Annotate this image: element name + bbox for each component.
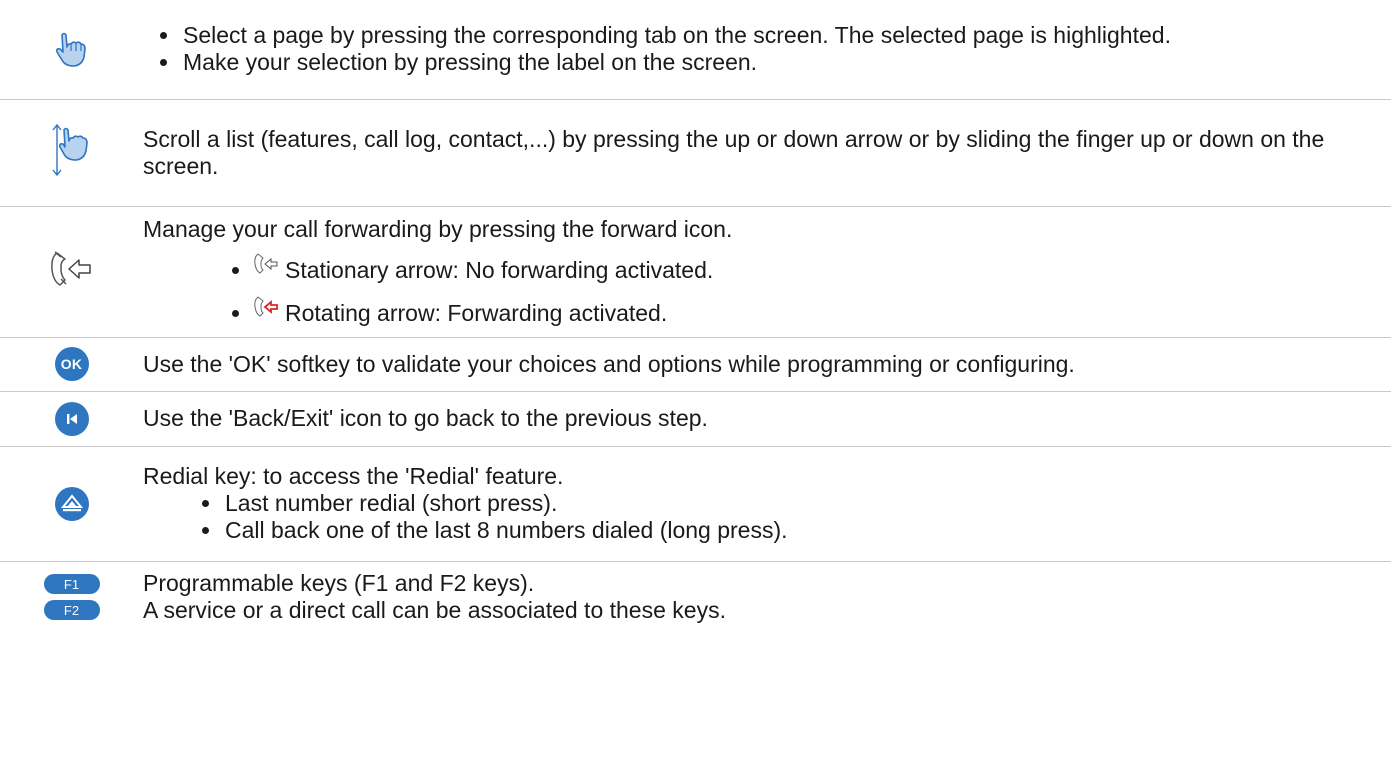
description-cell: Select a page by pressing the correspond… — [143, 0, 1391, 99]
key-reference-document: Select a page by pressing the correspond… — [0, 0, 1391, 775]
call-forward-icon — [50, 251, 91, 286]
table-row-programmable-keys: F1 F2 Programmable keys (F1 and F2 keys)… — [0, 561, 1391, 633]
call-forward-active-icon — [254, 296, 278, 317]
list-item: Last number redial (short press). — [223, 490, 1391, 517]
programmable-keys-icon: F1 F2 — [0, 571, 143, 623]
table-row-back: Use the 'Back/Exit' icon to go back to t… — [0, 391, 1391, 446]
back-exit-icon — [54, 401, 89, 436]
description-cell: Redial key: to access the 'Redial' featu… — [143, 446, 1391, 561]
forward-intro: Manage your call forwarding by pressing … — [143, 216, 733, 242]
table-row-navigate: Select a page by pressing the correspond… — [0, 0, 1391, 99]
scroll-description: Scroll a list (features, call log, conta… — [143, 125, 1325, 179]
hand-tap-icon — [55, 32, 86, 67]
table-row-scroll: Scroll a list (features, call log, conta… — [0, 99, 1391, 206]
icon-cell — [0, 99, 143, 206]
f2-key-icon: F2 — [43, 600, 100, 621]
forward-states-list: Stationary arrow: No forwarding activate… — [143, 253, 1391, 327]
redial-glyph-icon — [60, 493, 83, 511]
forward-active-text: Rotating arrow: Forwarding activated. — [285, 300, 668, 326]
list-item: Stationary arrow: No forwarding activate… — [253, 253, 1391, 284]
icon-cell — [0, 446, 143, 561]
icon-cell — [0, 0, 143, 99]
table-row-forward: Manage your call forwarding by pressing … — [0, 206, 1391, 337]
ok-softkey-icon: OK — [54, 347, 89, 381]
icon-cell — [0, 206, 143, 337]
list-item: Rotating arrow: Forwarding activated. — [253, 296, 1391, 327]
icon-cell — [0, 391, 143, 446]
redial-bullets: Last number redial (short press). Call b… — [143, 490, 1391, 544]
hand-scroll-icon — [51, 123, 88, 177]
redial-icon — [54, 486, 89, 521]
list-item: Select a page by pressing the correspond… — [181, 22, 1391, 49]
description-cell: Scroll a list (features, call log, conta… — [143, 99, 1391, 206]
forward-inactive-text: Stationary arrow: No forwarding activate… — [285, 257, 714, 283]
f1-key-icon: F1 — [43, 574, 100, 595]
bullet-list: Select a page by pressing the correspond… — [143, 22, 1391, 76]
icon-cell: F1 F2 — [0, 561, 143, 633]
key-reference-table: Select a page by pressing the correspond… — [0, 0, 1391, 633]
list-item: Call back one of the last 8 numbers dial… — [223, 517, 1391, 544]
back-description: Use the 'Back/Exit' icon to go back to t… — [143, 405, 708, 431]
description-cell: Use the 'Back/Exit' icon to go back to t… — [143, 391, 1391, 446]
icon-cell: OK — [0, 337, 143, 391]
ok-softkey-label: OK — [60, 356, 83, 372]
description-cell: Manage your call forwarding by pressing … — [143, 206, 1391, 337]
table-row-ok: OK Use the 'OK' softkey to validate your… — [0, 337, 1391, 391]
description-cell: Use the 'OK' softkey to validate your ch… — [143, 337, 1391, 391]
description-cell: Programmable keys (F1 and F2 keys). A se… — [143, 561, 1391, 633]
call-forward-inactive-icon — [254, 253, 278, 274]
list-item: Make your selection by pressing the labe… — [181, 49, 1391, 76]
redial-intro: Redial key: to access the 'Redial' featu… — [143, 463, 564, 489]
back-glyph-icon — [66, 413, 77, 424]
table-row-redial: Redial key: to access the 'Redial' featu… — [0, 446, 1391, 561]
prog-keys-title: Programmable keys (F1 and F2 keys). — [143, 570, 535, 597]
ok-description: Use the 'OK' softkey to validate your ch… — [143, 350, 1075, 377]
prog-keys-description: A service or a direct call can be associ… — [143, 597, 726, 624]
